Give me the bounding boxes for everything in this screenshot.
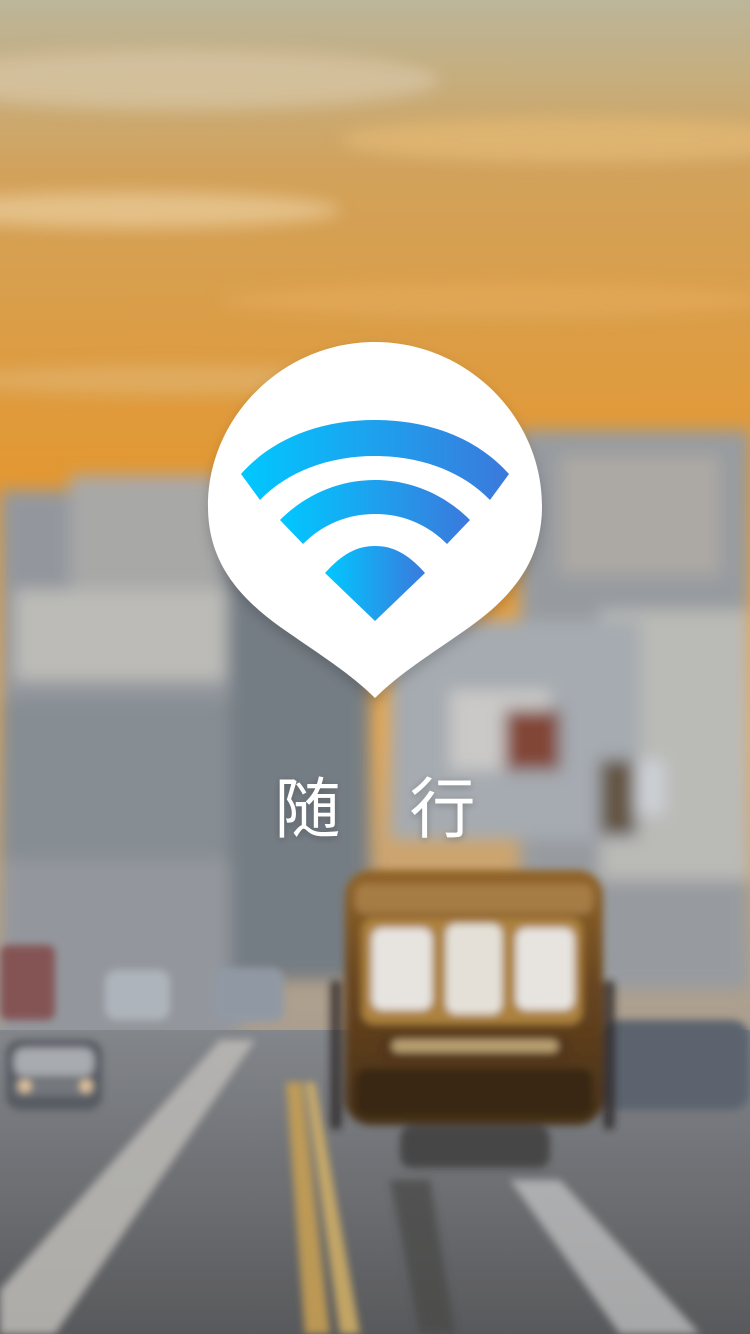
app-name-title: 随 行 — [274, 771, 500, 848]
app-logo — [208, 340, 542, 700]
splash-screen: 随 行 — [0, 0, 750, 1334]
wifi-pin-icon — [208, 342, 542, 698]
